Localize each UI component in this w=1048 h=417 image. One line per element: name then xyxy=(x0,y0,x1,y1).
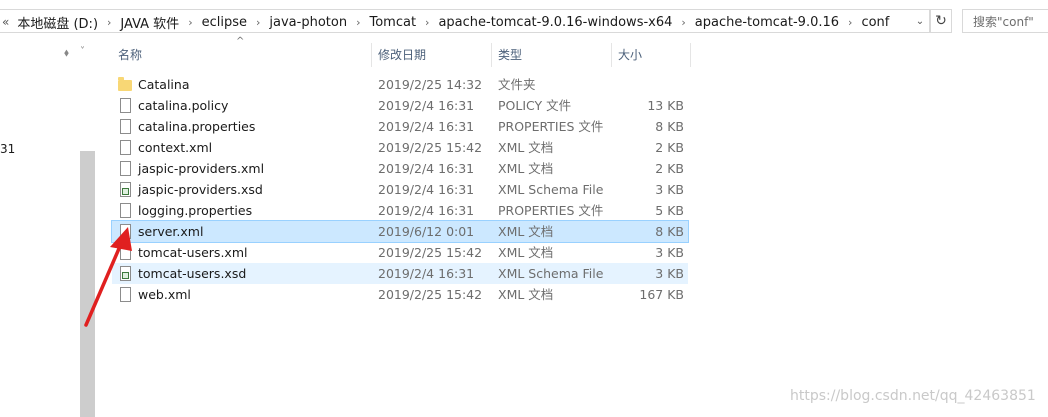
breadcrumb-separator[interactable]: › xyxy=(676,16,690,29)
file-row[interactable]: web.xml 2019/2/25 15:42 XML 文档 167 KB xyxy=(112,284,688,305)
file-row[interactable]: context.xml 2019/2/25 15:42 XML 文档 2 KB xyxy=(112,137,688,158)
file-size: 3 KB xyxy=(655,182,684,197)
watermark: https://blog.csdn.net/qq_42463851 xyxy=(790,388,1036,404)
file-name: tomcat-users.xsd xyxy=(138,266,247,281)
file-icon xyxy=(120,98,131,113)
file-modified: 2019/2/25 14:32 xyxy=(378,77,483,92)
file-type: POLICY 文件 xyxy=(498,98,572,113)
column-header-modified[interactable]: 修改日期 xyxy=(378,43,488,67)
file-type: PROPERTIES 文件 xyxy=(498,119,604,134)
file-type: XML Schema File xyxy=(498,182,604,197)
file-name: catalina.policy xyxy=(138,98,229,113)
file-modified: 2019/2/25 15:42 xyxy=(378,140,483,155)
column-divider[interactable] xyxy=(611,43,612,67)
breadcrumb-separator[interactable]: › xyxy=(351,16,365,29)
breadcrumb-drive[interactable]: 本地磁盘 (D:) xyxy=(13,13,102,32)
file-icon xyxy=(120,203,131,218)
file-size: 13 KB xyxy=(647,98,684,113)
file-list: Catalina 2019/2/25 14:32 文件夹 catalina.po… xyxy=(111,74,689,305)
file-row[interactable]: catalina.properties 2019/2/4 16:31 PROPE… xyxy=(112,116,688,137)
file-name: logging.properties xyxy=(138,203,253,218)
file-modified: 2019/2/4 16:31 xyxy=(378,182,475,197)
file-size: 3 KB xyxy=(655,245,684,260)
xsd-file-icon xyxy=(120,182,131,197)
nav-item-fragment[interactable]: 31 xyxy=(0,142,15,156)
breadcrumb-java[interactable]: JAVA 软件 xyxy=(116,13,183,32)
file-name: jaspic-providers.xsd xyxy=(138,182,263,197)
file-name: jaspic-providers.xml xyxy=(138,161,265,176)
column-divider[interactable] xyxy=(371,43,372,67)
file-type: XML 文档 xyxy=(498,140,554,155)
file-size: 167 KB xyxy=(639,287,684,302)
breadcrumb-separator[interactable]: › xyxy=(843,16,857,29)
column-divider[interactable] xyxy=(690,43,691,67)
file-row[interactable]: catalina.policy 2019/2/4 16:31 POLICY 文件… xyxy=(112,95,688,116)
file-type: XML 文档 xyxy=(498,224,554,239)
file-icon xyxy=(120,161,131,176)
breadcrumb-separator[interactable]: › xyxy=(102,16,116,29)
file-modified: 2019/2/4 16:31 xyxy=(378,161,475,176)
file-type: 文件夹 xyxy=(498,77,536,92)
chevron-down-icon[interactable]: ⌄ xyxy=(912,13,928,29)
pin-icon[interactable]: ⬧ xyxy=(64,46,69,60)
breadcrumb-separator[interactable]: › xyxy=(183,16,197,29)
column-header-size[interactable]: 大小 xyxy=(618,43,688,67)
file-size: 2 KB xyxy=(655,140,684,155)
file-modified: 2019/2/25 15:42 xyxy=(378,245,483,260)
breadcrumb-separator[interactable]: › xyxy=(251,16,265,29)
file-name: tomcat-users.xml xyxy=(138,245,248,260)
file-icon xyxy=(120,119,131,134)
column-header-type[interactable]: 类型 xyxy=(498,43,608,67)
file-type: XML Schema File xyxy=(498,266,604,281)
file-size: 5 KB xyxy=(655,203,684,218)
file-row[interactable]: tomcat-users.xml 2019/2/25 15:42 XML 文档 … xyxy=(112,242,688,263)
file-type: XML 文档 xyxy=(498,245,554,260)
file-type: XML 文档 xyxy=(498,161,554,176)
file-row[interactable]: jaspic-providers.xsd 2019/2/4 16:31 XML … xyxy=(112,179,688,200)
address-bar: « 本地磁盘 (D:) › JAVA 软件 › eclipse › java-p… xyxy=(0,0,1048,42)
file-modified: 2019/2/4 16:31 xyxy=(378,203,475,218)
file-size: 8 KB xyxy=(655,119,684,134)
file-type: XML 文档 xyxy=(498,287,554,302)
file-modified: 2019/2/4 16:31 xyxy=(378,98,475,113)
file-row[interactable]: jaspic-providers.xml 2019/2/4 16:31 XML … xyxy=(112,158,688,179)
file-name: Catalina xyxy=(138,77,190,92)
file-icon xyxy=(120,140,131,155)
collapse-icon[interactable]: ˅ xyxy=(80,46,85,57)
file-row[interactable]: Catalina 2019/2/25 14:32 文件夹 xyxy=(112,74,688,95)
annotation-arrow-icon xyxy=(84,227,132,327)
breadcrumb-java-photon[interactable]: java-photon xyxy=(265,15,351,30)
refresh-icon[interactable]: ↻ xyxy=(930,9,952,33)
breadcrumb-separator[interactable]: › xyxy=(420,16,434,29)
file-modified: 2019/2/4 16:31 xyxy=(378,266,475,281)
file-name: catalina.properties xyxy=(138,119,256,134)
breadcrumb: « 本地磁盘 (D:) › JAVA 软件 › eclipse › java-p… xyxy=(0,13,893,32)
column-divider[interactable] xyxy=(491,43,492,67)
file-size: 3 KB xyxy=(655,266,684,281)
file-modified: 2019/6/12 0:01 xyxy=(378,224,475,239)
column-header-name[interactable]: 名称 xyxy=(118,43,368,67)
breadcrumb-eclipse[interactable]: eclipse xyxy=(198,15,251,30)
file-size: 2 KB xyxy=(655,161,684,176)
file-modified: 2019/2/4 16:31 xyxy=(378,119,475,134)
breadcrumb-tomcat-version[interactable]: apache-tomcat-9.0.16 xyxy=(691,15,843,30)
file-row-hover[interactable]: tomcat-users.xsd 2019/2/4 16:31 XML Sche… xyxy=(112,263,688,284)
file-type: PROPERTIES 文件 xyxy=(498,203,604,218)
file-row[interactable]: logging.properties 2019/2/4 16:31 PROPER… xyxy=(112,200,688,221)
breadcrumb-tomcat-windows[interactable]: apache-tomcat-9.0.16-windows-x64 xyxy=(434,15,676,30)
folder-icon xyxy=(118,77,132,91)
breadcrumb-tomcat[interactable]: Tomcat xyxy=(365,15,420,30)
breadcrumb-overflow-icon[interactable]: « xyxy=(2,15,9,29)
file-name: context.xml xyxy=(138,140,213,155)
breadcrumb-conf[interactable]: conf xyxy=(857,15,893,30)
search-input[interactable]: 搜索"conf" xyxy=(962,9,1048,33)
file-row-selected[interactable]: server.xml 2019/6/12 0:01 XML 文档 8 KB xyxy=(111,220,689,243)
file-modified: 2019/2/25 15:42 xyxy=(378,287,483,302)
file-size: 8 KB xyxy=(655,224,684,239)
